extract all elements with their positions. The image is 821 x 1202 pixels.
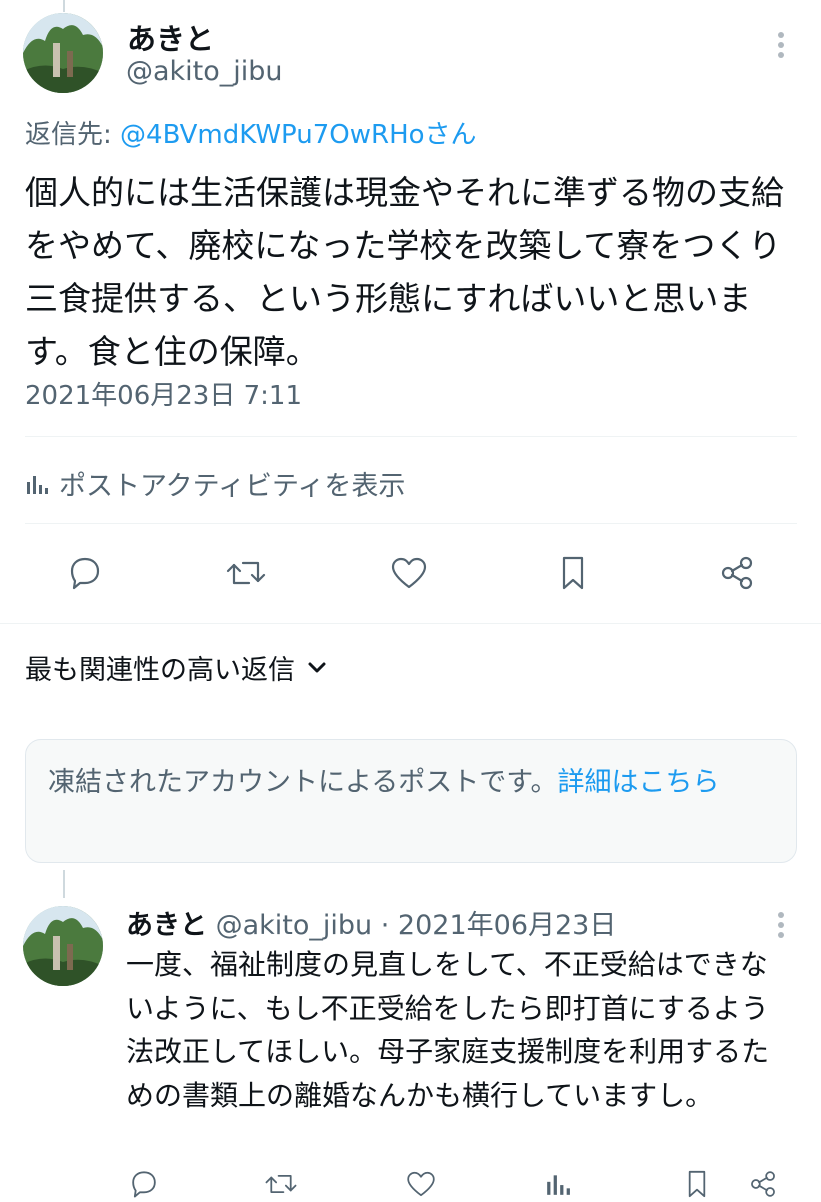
reply-to-line: 返信先: @4BVmdKWPu7OwRHoさん (25, 114, 477, 151)
reply-to-link[interactable]: @4BVmdKWPu7OwRHoさん (120, 120, 477, 150)
reply-like-button[interactable] (401, 1166, 441, 1202)
reply-date[interactable]: 2021年06月23日 (398, 910, 616, 941)
reply-reply-button[interactable] (124, 1166, 164, 1202)
reply-handle[interactable]: @akito_jibu (216, 910, 373, 941)
reply-separator: · (380, 910, 390, 941)
analytics-icon (25, 472, 49, 496)
thread-line (63, 870, 65, 898)
reply-share-button[interactable] (743, 1166, 783, 1202)
divider (25, 523, 797, 524)
reply-analytics-button[interactable] (538, 1166, 578, 1202)
like-button[interactable] (384, 550, 434, 596)
reply-to-label: 返信先: (25, 120, 121, 150)
bookmark-icon (688, 1170, 706, 1198)
divider (25, 436, 797, 437)
bookmark-button[interactable] (548, 550, 598, 596)
suspended-notice: 凍結されたアカウントによるポストです。詳細はこちら (25, 739, 797, 863)
post-activity-label: ポストアクティビティを表示 (59, 471, 406, 502)
details-link[interactable]: 詳細はこちら (558, 767, 720, 798)
bookmark-icon (562, 556, 584, 590)
reply-sort-dropdown[interactable]: 最も関連性の高い返信 (25, 648, 327, 687)
reply-repost-button[interactable] (261, 1166, 301, 1202)
reply-text: 一度、福祉制度の見直しをして、不正受給はできないように、もし不正受給をしたら即打… (126, 948, 770, 1112)
user-handle[interactable]: @akito_jibu (126, 56, 283, 87)
reply-display-name[interactable]: あきと (126, 910, 207, 941)
reply-bookmark-button[interactable] (677, 1166, 717, 1202)
reply-sort-label: 最も関連性の高い返信 (25, 655, 295, 686)
share-button[interactable] (712, 550, 762, 596)
reply-header: あきと @akito_jibu · 2021年06月23日 (126, 903, 616, 942)
post-text: 個人的には生活保護は現金やそれに準ずる物の支給をやめて、廃校になった学校を改築し… (25, 173, 784, 371)
post-activity-button[interactable]: ポストアクティビティを表示 (25, 464, 405, 503)
reply-icon (70, 557, 100, 590)
analytics-icon (547, 1175, 570, 1195)
display-name[interactable]: あきと (127, 16, 214, 58)
suspended-notice-text: 凍結されたアカウントによるポストです。 (48, 767, 558, 798)
reply-button[interactable] (60, 550, 110, 596)
reply-icon (132, 1171, 156, 1198)
divider (0, 623, 821, 624)
reply-avatar[interactable] (23, 906, 103, 986)
repost-icon (226, 561, 266, 585)
like-icon (391, 557, 427, 589)
avatar[interactable] (23, 13, 103, 93)
chevron-down-icon (307, 661, 327, 675)
share-icon (751, 1171, 775, 1197)
repost-icon (265, 1175, 297, 1193)
thread-line-top (63, 0, 65, 12)
reply-more-icon[interactable] (770, 908, 792, 942)
repost-button[interactable] (221, 550, 271, 596)
share-icon (721, 556, 753, 590)
more-icon[interactable] (770, 28, 792, 62)
post-timestamp[interactable]: 2021年06月23日 7:11 (25, 375, 302, 412)
like-icon (407, 1171, 435, 1197)
